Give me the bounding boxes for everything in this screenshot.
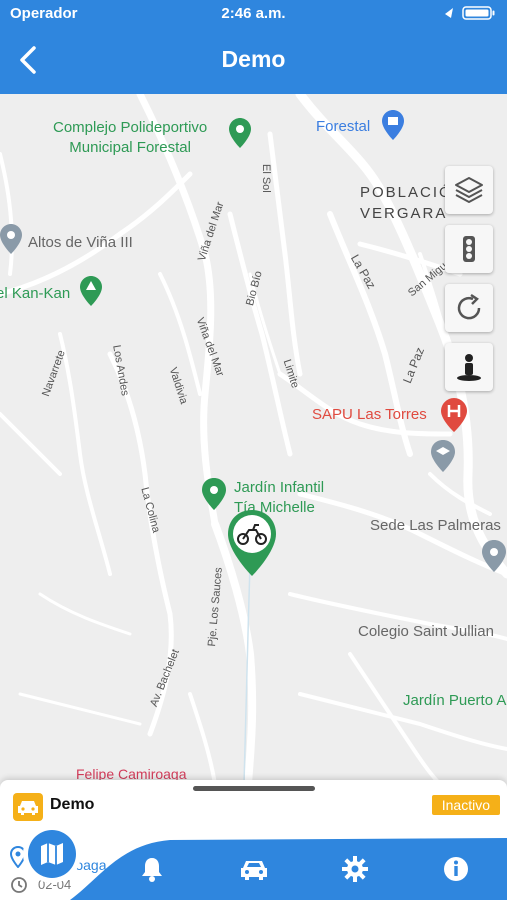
poi-altos-label: Altos de Viña III	[28, 234, 133, 251]
poi-sede-label: Sede Las Palmeras	[370, 517, 501, 534]
traffic-button[interactable]	[445, 225, 493, 273]
tab-info[interactable]	[439, 852, 473, 886]
poi-sapu-label: SAPU Las Torres	[312, 406, 427, 423]
poi-kankan-label: el Kan-Kan	[0, 285, 71, 302]
vehicle-name: Demo	[50, 796, 95, 813]
status-bar: Operador 2:46 a.m.	[0, 0, 507, 28]
shop-pin-icon[interactable]	[382, 110, 404, 140]
tab-settings[interactable]	[338, 852, 372, 886]
map-view[interactable]: Complejo Polideportivo Municipal Foresta…	[0, 94, 507, 784]
hospital-pin-icon[interactable]	[441, 398, 467, 432]
car-icon	[241, 861, 267, 880]
place-pin-icon[interactable]	[0, 224, 22, 254]
layers-button[interactable]	[445, 166, 493, 214]
tab-vehicles[interactable]	[237, 852, 271, 886]
school-pin-icon[interactable]	[431, 440, 455, 472]
poi-colegio-label: Colegio Saint Jullian	[358, 623, 494, 640]
streetview-button[interactable]	[445, 343, 493, 391]
bell-icon	[142, 858, 162, 882]
streetview-icon	[457, 354, 481, 381]
tab-notifications[interactable]	[135, 852, 169, 886]
poi-complejo-label: Complejo Polideportivo Municipal Foresta…	[53, 119, 208, 156]
place-pin-icon[interactable]	[482, 540, 506, 572]
car-icon	[13, 793, 43, 821]
poi-jardinpuerto-label: Jardín Puerto A	[403, 692, 507, 709]
drag-handle[interactable]	[193, 786, 315, 791]
poi-forestal-label: Forestal	[316, 118, 371, 135]
nursery-pin-icon[interactable]	[202, 478, 226, 510]
refresh-button[interactable]	[445, 284, 493, 332]
gear-icon	[342, 856, 368, 882]
battery-icon	[443, 6, 497, 24]
refresh-icon	[457, 293, 481, 320]
tree-pin-icon[interactable]	[80, 276, 102, 306]
street-label: El Sol	[260, 164, 272, 193]
info-icon	[444, 857, 468, 881]
park-pin-icon[interactable]	[229, 118, 251, 148]
vehicle-marker-icon[interactable]	[226, 508, 278, 578]
status-badge: Inactivo	[431, 795, 500, 815]
map-icon	[41, 843, 63, 865]
clock: 2:46 a.m.	[221, 5, 286, 22]
traffic-icon	[463, 236, 475, 262]
navigation-bar: Demo	[0, 28, 507, 94]
layers-icon	[455, 177, 483, 203]
page-title: Demo	[221, 46, 286, 72]
tab-map[interactable]	[28, 830, 76, 878]
